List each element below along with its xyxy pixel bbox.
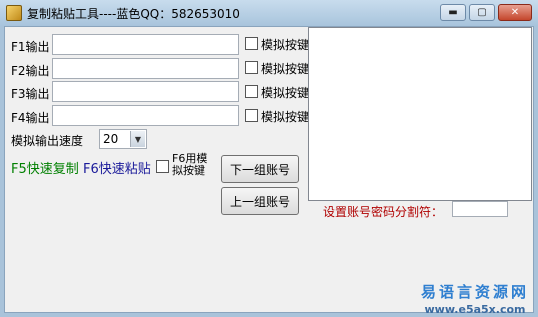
speed-selected-value: 20 [103,132,119,146]
f3-output-field[interactable] [52,81,239,102]
client-area: F1输出 模拟按键 F2输出 模拟按键 F3输出 模拟按键 F4输出 模拟按键 … [4,26,535,316]
f2-label: F2输出 [11,64,50,78]
title-bar[interactable]: 复制粘贴工具----蓝色QQ：582653010 ▬ ▢ ✕ [0,0,538,26]
f5-copy-hint: F5快速复制 [11,162,79,177]
speed-label: 模拟输出速度 [11,134,84,148]
prev-account-button[interactable]: 上一组账号 [221,187,299,215]
account-list-box[interactable] [308,27,532,201]
f1-simulate-label[interactable]: 模拟按键 [261,36,309,53]
f2-output-field[interactable] [52,58,239,79]
watermark-line2: www.e5a5x.com [424,303,526,316]
f3-label: F3输出 [11,87,50,101]
f6-simulate-label[interactable]: F6用模拟按键 [172,153,210,177]
f3-simulate-checkbox[interactable] [245,85,258,98]
separator-label: 设置账号密码分割符： [323,205,444,219]
f2-simulate-checkbox[interactable] [245,61,258,74]
next-account-button[interactable]: 下一组账号 [221,155,299,183]
app-window: 复制粘贴工具----蓝色QQ：582653010 ▬ ▢ ✕ F1输出 模拟按键… [0,0,538,317]
speed-select[interactable]: 20 ▼ [99,129,147,149]
f1-label: F1输出 [11,40,50,54]
f4-output-field[interactable] [52,105,239,126]
watermark-logo: 易语言资源网 www.e5a5x.com [415,281,535,316]
f3-simulate-label[interactable]: 模拟按键 [261,84,309,101]
f1-output-field[interactable] [52,34,239,55]
minimize-button[interactable]: ▬ [440,4,466,21]
f4-simulate-checkbox[interactable] [245,109,258,122]
f4-simulate-label[interactable]: 模拟按键 [261,108,309,125]
separator-field[interactable] [452,201,508,217]
f2-simulate-label[interactable]: 模拟按键 [261,60,309,77]
window-title: 复制粘贴工具----蓝色QQ：582653010 [27,7,240,21]
f6-simulate-checkbox[interactable] [156,160,169,173]
maximize-button[interactable]: ▢ [469,4,495,21]
chevron-down-icon[interactable]: ▼ [130,131,145,147]
f1-simulate-checkbox[interactable] [245,37,258,50]
watermark-line1: 易语言资源网 [420,283,529,301]
close-button[interactable]: ✕ [498,4,532,21]
f6-paste-hint: F6快速粘贴 [83,162,151,177]
app-icon [6,5,22,21]
f4-label: F4输出 [11,111,50,125]
